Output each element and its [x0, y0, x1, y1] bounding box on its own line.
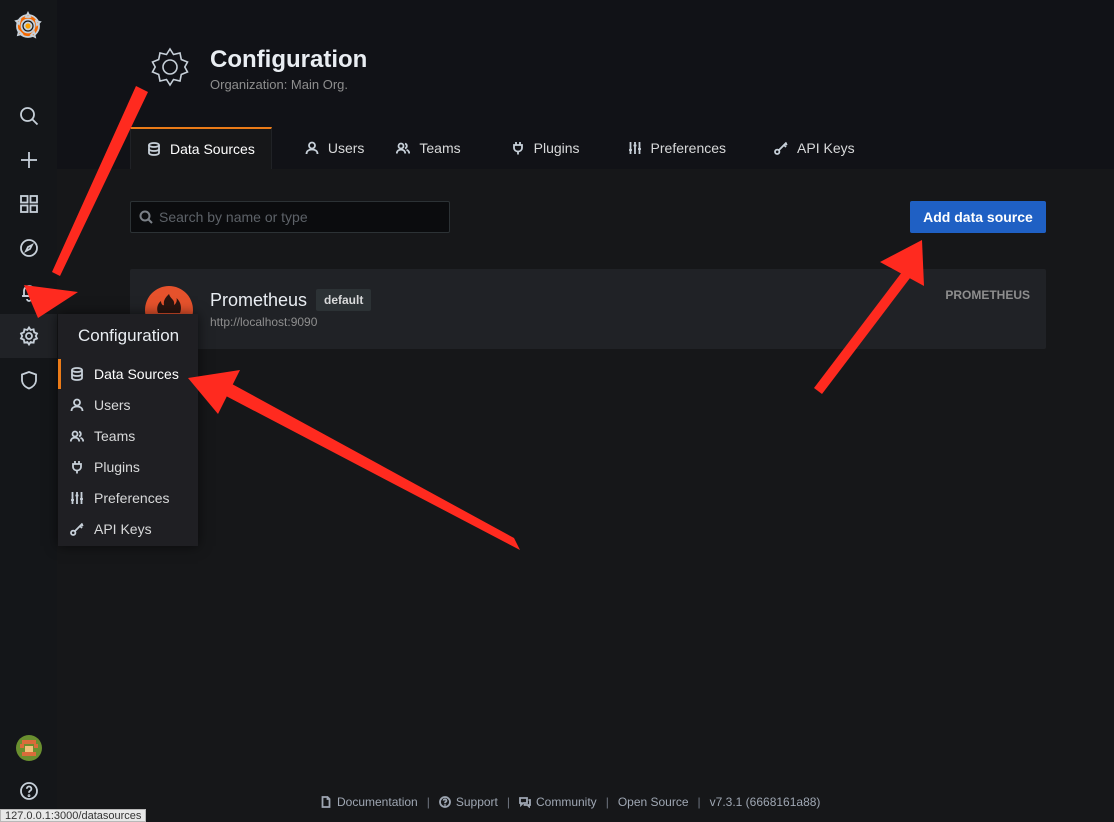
- key-icon: [774, 141, 788, 155]
- footer-link-label: Support: [455, 795, 498, 809]
- footer-link-label: Documentation: [337, 795, 418, 809]
- users-icon: [70, 430, 84, 442]
- flyout-item-label: Plugins: [94, 459, 140, 475]
- footer-link-label: Open Source: [617, 795, 689, 809]
- footer: Documentation | Support | Community | Op…: [320, 795, 820, 809]
- footer-separator: |: [426, 795, 430, 809]
- sliders-icon: [71, 492, 83, 504]
- flyout-item-data-sources[interactable]: Data Sources: [58, 359, 198, 389]
- datasource-card[interactable]: Prometheus default http://localhost:9090…: [130, 269, 1046, 349]
- database-icon: [71, 367, 83, 381]
- footer-version: v7.3.1 (6668161a88): [710, 795, 821, 809]
- datasource-type: PROMETHEUS: [945, 288, 1030, 302]
- bell-icon[interactable]: [18, 281, 40, 303]
- flyout-item-users[interactable]: Users: [58, 390, 198, 420]
- tab-data-sources[interactable]: Data Sources: [130, 127, 272, 169]
- search-box: [130, 201, 450, 233]
- shield-icon[interactable]: [18, 369, 40, 391]
- dashboards-icon[interactable]: [18, 193, 40, 215]
- flyout-item-label: API Keys: [94, 521, 152, 537]
- tab-label: Users: [327, 140, 365, 156]
- gear-icon: [148, 45, 192, 89]
- datasource-url: http://localhost:9090: [210, 315, 318, 329]
- user-icon: [305, 141, 319, 155]
- footer-open-source-link[interactable]: Open Source: [618, 795, 689, 809]
- tab-preferences[interactable]: Preferences: [596, 127, 742, 169]
- comments-icon: [519, 797, 531, 808]
- flyout-item-preferences[interactable]: Preferences: [58, 483, 198, 513]
- page-title: Configuration: [210, 46, 368, 73]
- gear-icon[interactable]: [18, 325, 40, 347]
- plus-icon[interactable]: [18, 149, 40, 171]
- tab-api-keys[interactable]: API Keys: [742, 127, 871, 169]
- datasource-name: Prometheus: [210, 290, 308, 310]
- config-tabs: Data Sources Users Teams Plugins Prefere…: [130, 127, 871, 169]
- tab-label: API Keys: [797, 140, 855, 156]
- browser-status-url: 127.0.0.1:3000/datasources: [0, 809, 147, 822]
- flyout-item-label: Users: [94, 397, 131, 413]
- grafana-logo-icon[interactable]: [13, 11, 43, 41]
- search-icon[interactable]: [18, 105, 40, 127]
- search-icon: [139, 210, 153, 224]
- flyout-item-label: Teams: [94, 428, 136, 444]
- default-badge: default: [316, 289, 372, 311]
- sliders-icon: [628, 142, 641, 154]
- footer-support-link[interactable]: Support: [438, 795, 498, 809]
- footer-community-link[interactable]: Community: [519, 795, 597, 809]
- key-icon: [70, 522, 84, 536]
- tab-label: Preferences: [650, 140, 727, 156]
- footer-separator: |: [605, 795, 609, 809]
- search-input[interactable]: [159, 209, 439, 225]
- tab-label: Plugins: [533, 140, 580, 156]
- tab-label: Data Sources: [170, 141, 255, 157]
- footer-link-label: Community: [536, 795, 597, 809]
- explore-icon[interactable]: [18, 237, 40, 259]
- flyout-item-api-keys[interactable]: API Keys: [58, 514, 198, 544]
- user-icon: [70, 398, 84, 412]
- add-data-source-button[interactable]: Add data source: [910, 201, 1046, 233]
- flyout-item-label: Data Sources: [94, 366, 179, 382]
- help-icon[interactable]: [18, 780, 40, 802]
- tab-users[interactable]: Users: [272, 127, 381, 169]
- flyout-item-plugins[interactable]: Plugins: [58, 452, 198, 482]
- tab-plugins[interactable]: Plugins: [477, 127, 596, 169]
- document-icon: [321, 796, 331, 808]
- tab-label: Teams: [419, 140, 461, 156]
- flyout-item-label: Preferences: [94, 490, 170, 506]
- users-icon: [396, 142, 411, 154]
- sidebar: [0, 0, 57, 822]
- flyout-item-teams[interactable]: Teams: [58, 421, 198, 451]
- footer-separator: |: [697, 795, 701, 809]
- footer-documentation-link[interactable]: Documentation: [320, 795, 418, 809]
- avatar[interactable]: [16, 735, 42, 761]
- page-subtitle: Organization: Main Org.: [210, 77, 349, 92]
- configuration-flyout-menu: Configuration Data Sources Users Teams P…: [58, 314, 198, 546]
- plug-icon: [512, 142, 523, 155]
- plug-icon: [72, 461, 82, 474]
- flyout-title: Configuration: [78, 326, 180, 345]
- database-icon: [148, 142, 160, 156]
- tab-teams[interactable]: Teams: [380, 127, 476, 169]
- footer-separator: |: [506, 795, 510, 809]
- help-icon: [438, 796, 451, 808]
- annotation-arrow: [226, 384, 520, 550]
- footer-version-label: v7.3.1 (6668161a88): [709, 795, 821, 809]
